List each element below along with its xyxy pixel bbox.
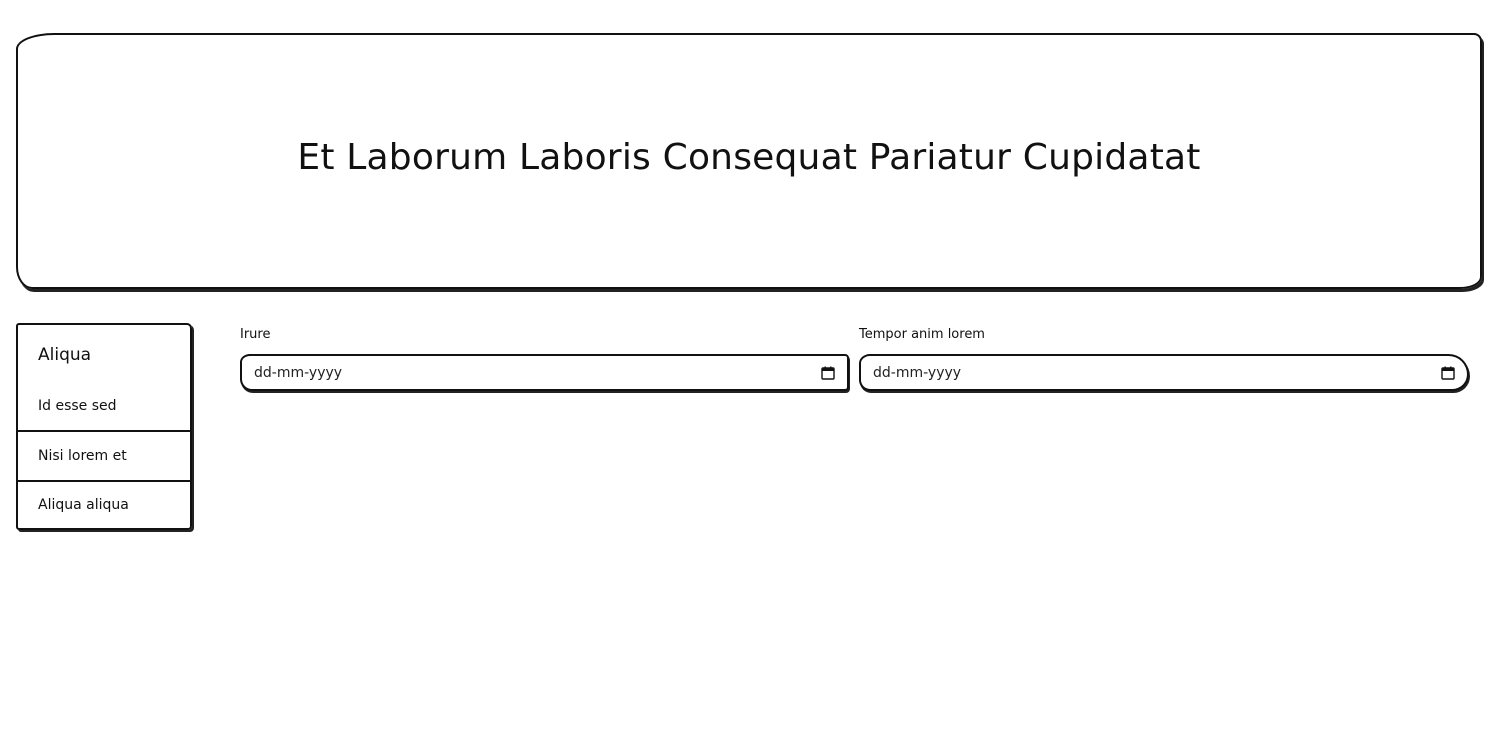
- sidebar-item-id-esse-sed[interactable]: Id esse sed: [18, 382, 190, 432]
- sidebar-menu: Aliqua Id esse sed Nisi lorem et Aliqua …: [16, 323, 192, 530]
- sidebar-heading: Aliqua: [38, 345, 92, 365]
- sidebar-item-aliqua-aliqua[interactable]: Aliqua aliqua: [18, 482, 190, 528]
- calendar-icon[interactable]: [821, 366, 835, 380]
- irure-date-placeholder: dd-mm-yyyy: [254, 364, 343, 381]
- header-banner: Et Laborum Laboris Consequat Pariatur Cu…: [16, 33, 1482, 289]
- irure-field-group: Irure dd-mm-yyyy: [240, 326, 849, 391]
- tempor-anim-lorem-date-input[interactable]: dd-mm-yyyy: [859, 354, 1469, 391]
- tempor-anim-lorem-field-group: Tempor anim lorem dd-mm-yyyy: [859, 326, 1469, 391]
- tempor-anim-lorem-label: Tempor anim lorem: [859, 327, 985, 342]
- page-title: Et Laborum Laboris Consequat Pariatur Cu…: [297, 136, 1201, 178]
- sidebar-item-nisi-lorem-et[interactable]: Nisi lorem et: [18, 432, 190, 482]
- tempor-anim-lorem-date-placeholder: dd-mm-yyyy: [873, 364, 962, 381]
- irure-label: Irure: [240, 327, 271, 342]
- calendar-icon[interactable]: [1441, 366, 1455, 380]
- irure-date-input[interactable]: dd-mm-yyyy: [240, 354, 849, 391]
